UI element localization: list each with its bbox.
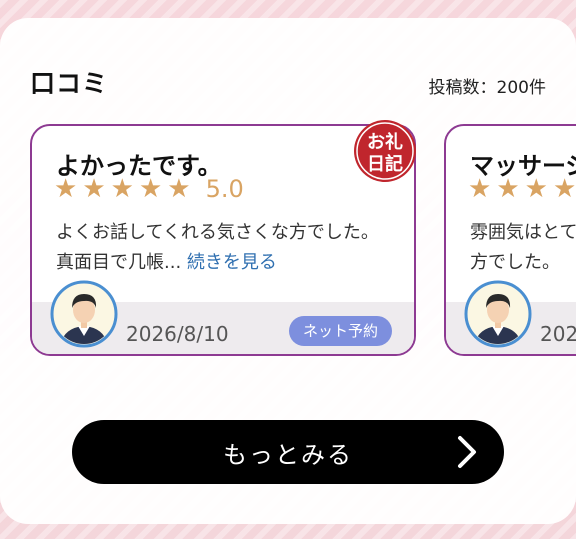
rating-score: 5.0: [205, 175, 244, 203]
star-icon: ★: [82, 174, 106, 204]
svg-text:日記: 日記: [367, 153, 403, 175]
star-icon: ★: [54, 174, 78, 204]
read-more-link[interactable]: 続きを見る: [187, 252, 277, 273]
star-rating: ★ ★ ★ ★ ★: [468, 174, 576, 204]
net-reservation-badge: ネット予約: [288, 316, 392, 346]
star-icon: ★: [496, 174, 520, 204]
section-title: 口コミ: [30, 69, 109, 98]
avatar-icon: [50, 280, 118, 348]
more-button-label: もっとみる: [223, 440, 353, 469]
star-icon: ★: [468, 174, 492, 204]
more-button[interactable]: もっとみる: [72, 420, 504, 484]
star-icon: ★: [524, 174, 548, 204]
review-text: 雰囲気はとて 方でした。: [470, 222, 576, 273]
star-icon: ★: [167, 174, 191, 204]
review-card[interactable]: マッサージ ★ ★ ★ ★ ★ 雰囲気はとて 方でした。 202: [444, 124, 576, 356]
review-date: 202: [540, 322, 576, 346]
star-icon: ★: [110, 174, 134, 204]
star-rating: ★ ★ ★ ★ ★ 5.0: [54, 174, 244, 204]
star-icon: ★: [552, 174, 576, 204]
reviews-panel: 口コミ 投稿数：200件 よかったです。 ★ ★ ★ ★ ★ 5.0 よくお話し…: [0, 18, 576, 524]
chevron-right-icon: [458, 436, 476, 468]
review-date: 2026/8/10: [126, 322, 229, 346]
avatar-icon: [464, 280, 532, 348]
svg-text:お礼: お礼: [367, 131, 403, 153]
thanks-diary-stamp-icon: お礼 日記: [354, 120, 416, 182]
star-icon: ★: [138, 174, 163, 204]
review-text: よくお話してくれる気さくな方でした。 真面目で几帳... 続きを見る: [56, 218, 386, 278]
post-count: 投稿数：200件: [428, 78, 546, 98]
